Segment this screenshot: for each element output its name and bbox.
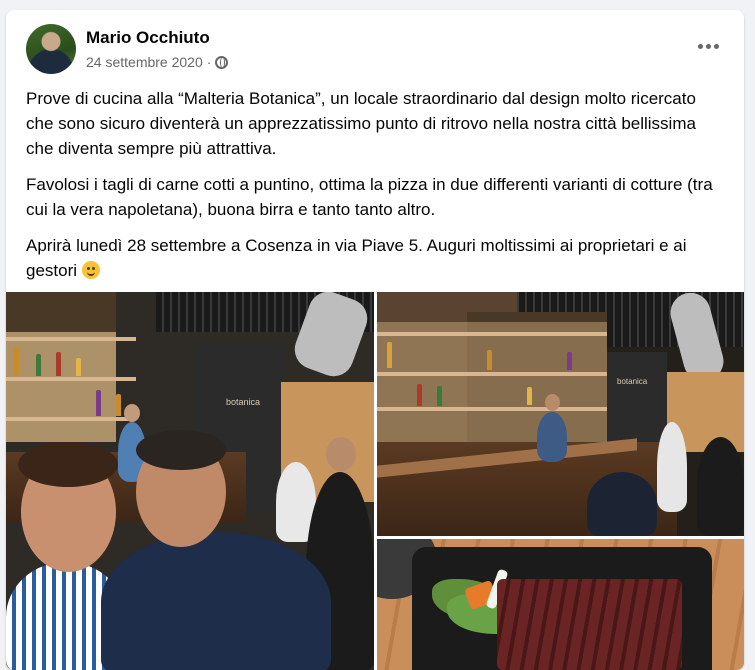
post-date[interactable]: 24 settembre 2020: [86, 54, 203, 70]
more-horizontal-icon: [697, 43, 703, 49]
post-paragraph: Aprirà lunedì 28 settembre a Cosenza in …: [26, 233, 726, 283]
meta-separator: ·: [206, 54, 212, 70]
bar-sign: botanica: [617, 377, 648, 386]
post-paragraph-text: Aprirà lunedì 28 settembre a Cosenza in …: [26, 236, 687, 280]
author-name[interactable]: Mario Occhiuto: [86, 28, 210, 48]
more-dot: [713, 43, 719, 49]
post-text: Prove di cucina alla “Malteria Botanica”…: [26, 86, 726, 294]
photo-selfie-bar[interactable]: botanica: [6, 292, 374, 670]
post-header: Mario Occhiuto 24 settembre 2020 ·: [6, 10, 744, 80]
photo-bar-interior[interactable]: botanica: [377, 292, 744, 536]
bar-sign: botanica: [226, 397, 261, 407]
more-dot: [705, 43, 711, 49]
post-card: Mario Occhiuto 24 settembre 2020 · Prove…: [6, 10, 744, 670]
post-meta: 24 settembre 2020 ·: [86, 54, 229, 70]
globe-icon[interactable]: [215, 55, 229, 69]
avatar[interactable]: [26, 24, 76, 74]
photo-steak-plate[interactable]: [377, 539, 744, 670]
smiling-face-emoji: [81, 261, 100, 279]
post-paragraph: Favolosi i tagli di carne cotti a puntin…: [26, 175, 713, 219]
more-options-button[interactable]: [690, 34, 726, 58]
post-paragraph: Prove di cucina alla “Malteria Botanica”…: [26, 89, 696, 158]
photo-grid: botanica botanica: [6, 292, 744, 670]
